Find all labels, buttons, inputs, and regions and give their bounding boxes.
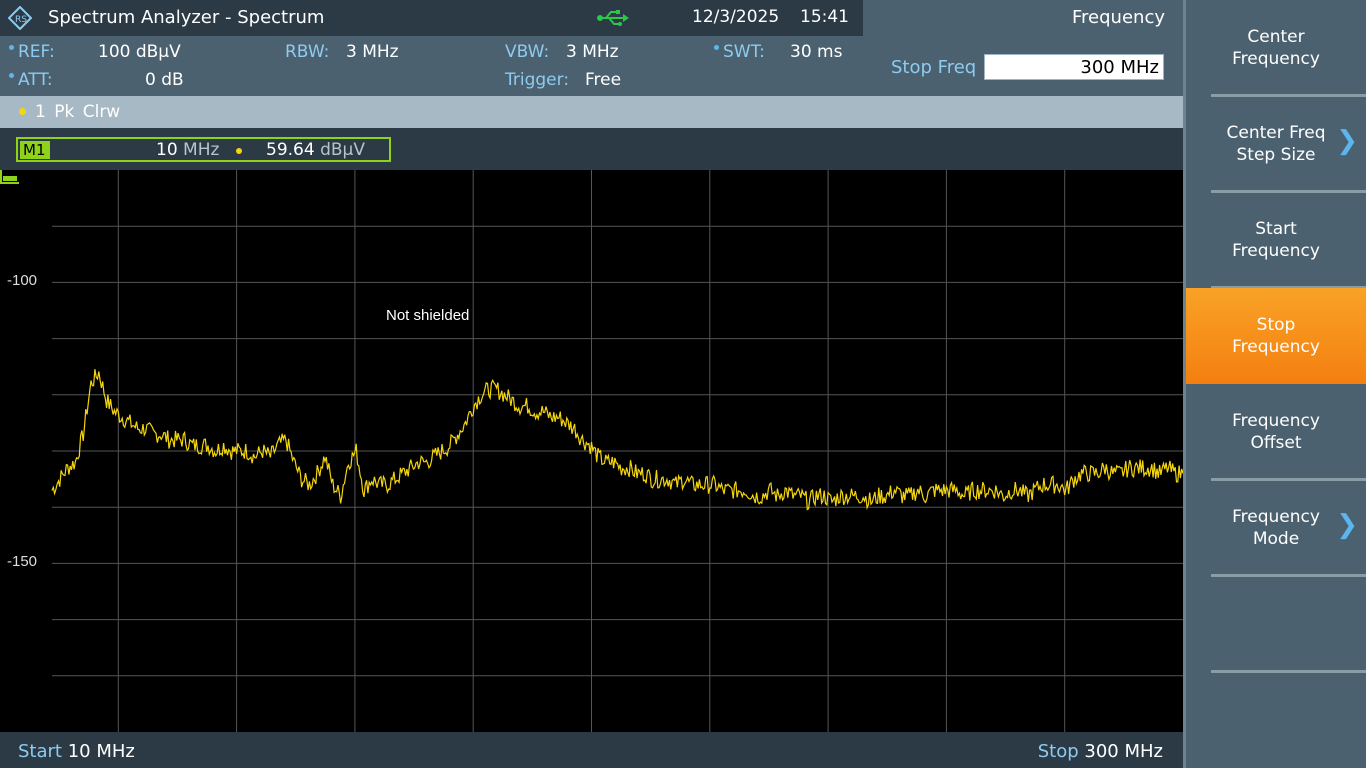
ref-label: REF: — [18, 42, 55, 62]
rbw-label: RBW: — [285, 42, 330, 62]
softkey-center-freq-step-size[interactable]: Center Freq Step Size ❯ — [1186, 96, 1366, 192]
stop-frequency-readout[interactable]: Stop 300 MHz — [1038, 741, 1163, 762]
marker-trace-dot — [236, 148, 242, 154]
title-bar: RS Spectrum Analyzer - Spectrum 12/3/202… — [0, 0, 863, 36]
frequency-panel-title: Frequency — [1072, 7, 1165, 28]
coupled-indicator-icon — [9, 73, 14, 78]
trace-info-bar: 1 Pk Clrw — [0, 96, 1183, 128]
marker-y-value: 59.64 — [266, 140, 315, 160]
svg-text:RS: RS — [15, 15, 27, 25]
rbw-value[interactable]: 3 MHz — [346, 42, 399, 62]
marker-x-unit: MHz — [183, 140, 220, 160]
frequency-entry-panel: Frequency Stop Freq 300 MHz — [863, 0, 1183, 96]
marker-x-readout: 10 MHz — [156, 140, 219, 160]
att-value[interactable]: 0 dB — [145, 70, 184, 90]
stop-freq-input[interactable]: 300 MHz — [984, 54, 1164, 80]
softkey-divider — [1211, 670, 1366, 673]
y-tick-label: -150 — [7, 553, 38, 570]
softkey-label: Start Frequency — [1232, 219, 1320, 261]
softkey-label: Stop Frequency — [1232, 315, 1320, 357]
annotation-not-shielded: Not shielded — [386, 307, 470, 324]
softkey-label: Center Frequency — [1232, 27, 1320, 69]
start-frequency-readout[interactable]: Start 10 MHz — [18, 741, 135, 762]
marker-readout[interactable]: M1 10 MHz 59.64 dBµV — [16, 137, 391, 162]
spectrum-plot[interactable]: -100 -150 Not shielded — [0, 170, 1183, 732]
start-label: Start — [18, 741, 62, 762]
softkey-divider — [1211, 574, 1366, 577]
spectrum-graph[interactable] — [0, 170, 1183, 732]
softkey-label: Frequency Offset — [1232, 411, 1320, 453]
softkey-start-frequency[interactable]: Start Frequency — [1186, 192, 1366, 288]
coupled-indicator-icon — [9, 45, 14, 50]
app-title: Spectrum Analyzer - Spectrum — [48, 7, 325, 28]
stop-value: 300 MHz — [1084, 741, 1163, 762]
softkey-frequency-offset[interactable]: Frequency Offset — [1186, 384, 1366, 480]
softkey-panel: Center Frequency Center Freq Step Size ❯… — [1183, 0, 1366, 768]
date-display: 12/3/2025 — [692, 7, 780, 27]
marker-x-value: 10 — [156, 140, 178, 160]
swt-label: SWT: — [723, 42, 765, 62]
status-bar: Start 10 MHz Stop 300 MHz — [0, 732, 1183, 768]
marker-y-unit: dBµV — [320, 140, 365, 160]
chevron-right-icon: ❯ — [1336, 510, 1358, 540]
softkey-stop-frequency[interactable]: Stop Frequency — [1186, 288, 1366, 384]
grid-lines — [52, 170, 1183, 732]
measurement-parameters: REF: 100 dBµV ATT: 0 dB RBW: 3 MHz VBW: … — [0, 36, 863, 96]
usb-icon — [597, 10, 629, 26]
ref-value[interactable]: 100 dBµV — [98, 42, 181, 62]
marker-y-readout: 59.64 dBµV — [266, 140, 365, 160]
rohde-schwarz-logo: RS — [8, 6, 32, 30]
vbw-value[interactable]: 3 MHz — [566, 42, 619, 62]
trace-1-line — [51, 369, 1183, 511]
y-tick-label: -100 — [7, 272, 38, 289]
vbw-label: VBW: — [505, 42, 550, 62]
coupled-indicator-icon — [714, 45, 719, 50]
trigger-value[interactable]: Free — [585, 70, 621, 90]
stop-freq-label: Stop Freq — [891, 57, 977, 78]
att-label: ATT: — [18, 70, 53, 90]
reference-level-marker-icon — [0, 170, 19, 184]
softkey-frequency-mode[interactable]: Frequency Mode ❯ — [1186, 480, 1366, 576]
marker-tag: M1 — [20, 141, 50, 159]
time-display: 15:41 — [800, 7, 849, 27]
stop-label: Stop — [1037, 741, 1079, 762]
chevron-right-icon: ❯ — [1336, 126, 1358, 156]
trace-label[interactable]: 1 Pk Clrw — [35, 102, 120, 122]
trigger-label: Trigger: — [505, 70, 570, 90]
start-value: 10 MHz — [67, 741, 135, 762]
marker-bar: M1 10 MHz 59.64 dBµV — [0, 128, 1183, 170]
trace-color-dot — [19, 108, 26, 115]
swt-value[interactable]: 30 ms — [790, 42, 842, 62]
softkey-center-frequency[interactable]: Center Frequency — [1186, 0, 1366, 96]
